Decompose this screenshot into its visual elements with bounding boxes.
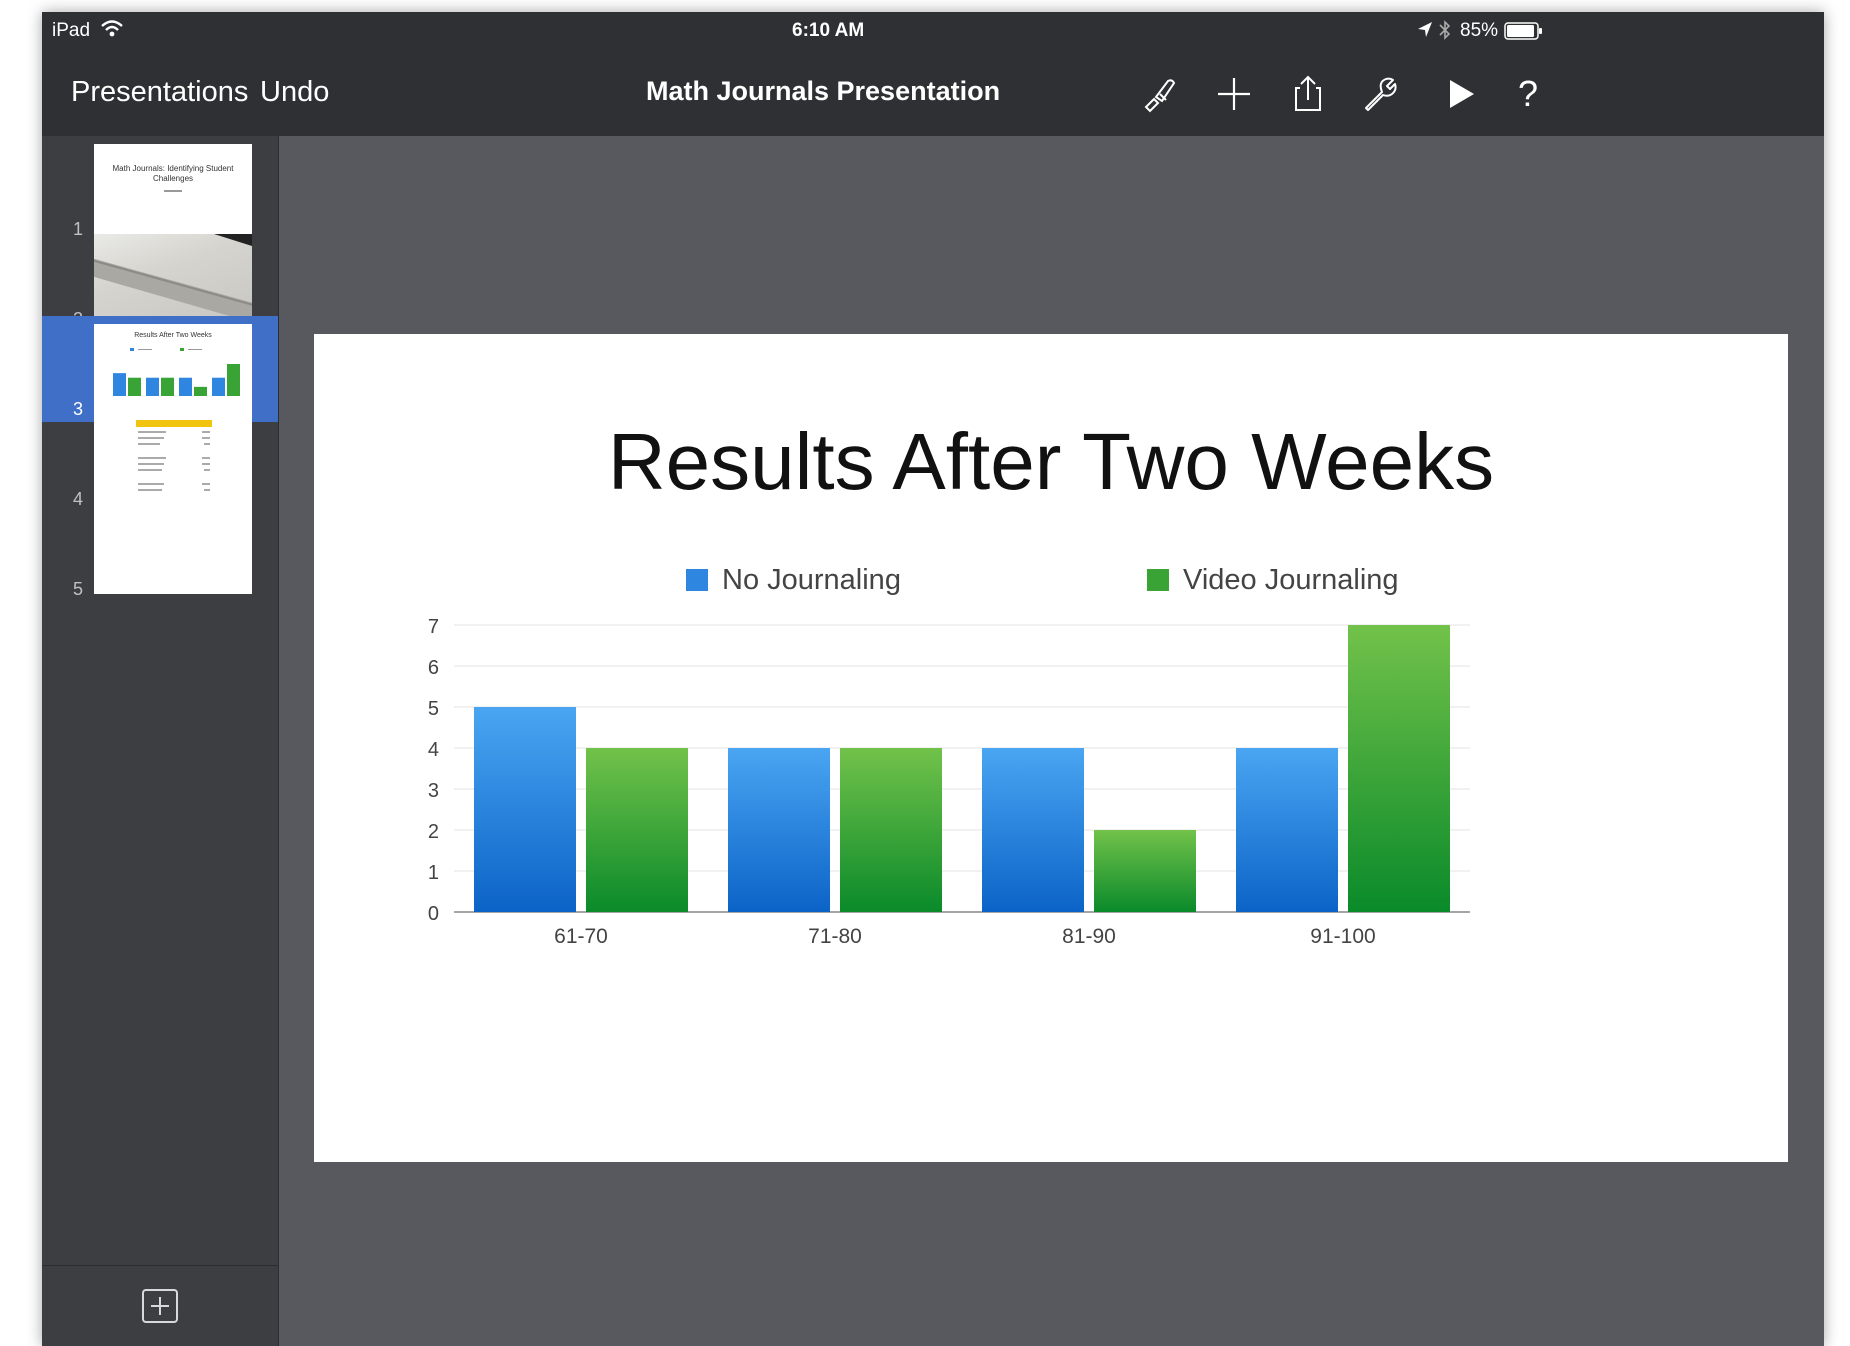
slide-preview: Math Journals: Identifying Student Chall… xyxy=(94,144,252,234)
mini-bar xyxy=(128,377,141,396)
slide-preview-blank xyxy=(94,504,252,594)
slide-number: 5 xyxy=(73,579,84,599)
mini-bar xyxy=(161,377,174,396)
mini-bar-chart xyxy=(113,348,240,396)
mini-legend-swatch xyxy=(180,348,184,351)
mini-table xyxy=(136,420,212,491)
mini-bar xyxy=(146,377,159,396)
slide-thumbnail-5[interactable]: 5 xyxy=(42,496,278,602)
x-tick-label: 71-80 xyxy=(808,925,862,948)
clock: 6:10 AM xyxy=(792,20,865,41)
wifi-icon xyxy=(100,18,124,44)
help-icon[interactable]: ? xyxy=(1506,72,1550,116)
slide-navigator: 1 Math Journals: Identifying Student Cha… xyxy=(42,136,279,1346)
y-tick-label: 4 xyxy=(428,739,439,761)
add-slide-area xyxy=(42,1265,278,1346)
y-tick-label: 0 xyxy=(428,903,439,925)
battery-icon xyxy=(1504,22,1544,46)
presentations-button[interactable]: Presentations xyxy=(71,76,248,109)
document-title: Math Journals Presentation xyxy=(646,76,1001,106)
device-label: iPad xyxy=(52,20,91,41)
bar-no-journaling-71-80[interactable] xyxy=(728,748,830,912)
slide-preview-subtitle xyxy=(164,190,182,192)
location-icon xyxy=(1416,20,1434,46)
bar-video-journaling-71-80[interactable] xyxy=(840,748,942,912)
slide-canvas: Results After Two Weeks No Journaling Vi… xyxy=(279,136,1824,1346)
mini-bar xyxy=(227,364,240,396)
battery-percent: 85% xyxy=(1460,20,1499,41)
bar-no-journaling-81-90[interactable] xyxy=(982,748,1084,912)
x-tick-label: 91-100 xyxy=(1310,925,1375,948)
mini-legend-label xyxy=(188,349,202,350)
mini-bar xyxy=(212,377,225,396)
undo-button[interactable]: Undo xyxy=(260,76,329,109)
bar-video-journaling-61-70[interactable] xyxy=(586,748,688,912)
bar-video-journaling-81-90[interactable] xyxy=(1094,830,1196,912)
slide-preview-table xyxy=(94,414,252,504)
share-icon[interactable] xyxy=(1286,72,1330,116)
y-tick-label: 2 xyxy=(428,821,439,843)
slide-preview-title: Math Journals: Identifying Student Chall… xyxy=(112,164,234,183)
current-slide[interactable]: Results After Two Weeks No Journaling Vi… xyxy=(314,334,1788,1162)
bar-no-journaling-61-70[interactable] xyxy=(474,707,576,912)
paintbrush-icon[interactable] xyxy=(1138,72,1182,116)
add-slide-icon[interactable] xyxy=(141,1288,179,1329)
plus-icon[interactable] xyxy=(1212,72,1256,116)
play-icon[interactable] xyxy=(1438,72,1482,116)
bluetooth-icon xyxy=(1438,19,1452,47)
x-tick-label: 81-90 xyxy=(1062,925,1116,948)
mini-bar xyxy=(113,373,126,396)
bar-no-journaling-91-100[interactable] xyxy=(1236,748,1338,912)
wrench-icon[interactable] xyxy=(1358,72,1402,116)
status-bar: iPad 6:10 AM 85% xyxy=(42,12,1824,50)
mini-legend-swatch xyxy=(130,348,134,351)
mini-bar xyxy=(194,386,207,396)
y-tick-label: 3 xyxy=(428,780,439,802)
bar-chart[interactable]: 0 1 2 3 4 5 6 7 61-70 71-80 81-90 91-100 xyxy=(314,334,1788,1162)
ipad-screen: iPad 6:10 AM 85% Presentations Undo Math… xyxy=(42,12,1824,1346)
slide-preview: Results After Two Weeks xyxy=(94,324,252,414)
y-tick-label: 6 xyxy=(428,657,439,679)
y-tick-label: 7 xyxy=(428,616,439,638)
mini-legend-label xyxy=(138,349,152,350)
toolbar: Presentations Undo Math Journals Present… xyxy=(42,50,1824,136)
bar-video-journaling-91-100[interactable] xyxy=(1348,625,1450,912)
y-tick-label: 5 xyxy=(428,698,439,720)
x-tick-label: 61-70 xyxy=(554,925,608,948)
ruler-photo-image xyxy=(94,234,252,323)
y-tick-label: 1 xyxy=(428,862,439,884)
slide-preview-photo xyxy=(94,234,252,324)
mini-bar xyxy=(179,377,192,396)
